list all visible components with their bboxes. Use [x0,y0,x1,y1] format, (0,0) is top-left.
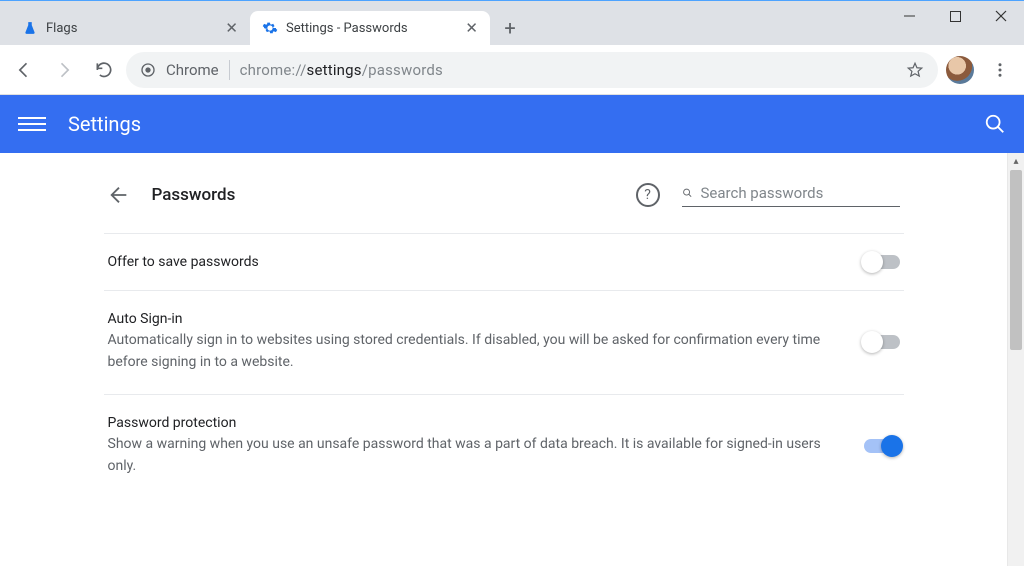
flask-icon [22,20,38,36]
password-search-input[interactable] [701,184,900,202]
back-arrow-icon[interactable] [108,184,130,206]
setting-title: Auto Sign-in [108,311,824,327]
setting-description: Show a warning when you use an unsafe pa… [108,433,824,478]
help-icon[interactable]: ? [636,183,660,207]
gear-icon [262,20,278,36]
toggle-password-protection[interactable] [864,439,900,453]
minimize-button[interactable] [886,1,932,31]
menu-icon[interactable] [18,117,46,131]
setting-title: Password protection [108,415,824,431]
setting-title: Offer to save passwords [108,254,824,270]
tab-strip: Flags ✕ Settings - Passwords ✕ + [0,1,886,45]
address-bar[interactable]: Chrome chrome://settings/passwords [126,52,938,88]
close-icon[interactable]: ✕ [225,19,238,37]
vertical-scrollbar[interactable]: ▴ [1007,153,1024,566]
scroll-thumb[interactable] [1010,170,1022,350]
page-header: Passwords ? [104,183,904,233]
tab-label: Settings - Passwords [286,21,408,36]
setting-text: Auto Sign-in Automatically sign in to we… [108,311,864,374]
profile-avatar[interactable] [946,56,974,84]
setting-auto-signin: Auto Sign-in Automatically sign in to we… [104,290,904,394]
setting-description: Automatically sign in to websites using … [108,329,824,374]
maximize-button[interactable] [932,1,978,31]
tab-settings-passwords[interactable]: Settings - Passwords ✕ [250,11,490,45]
divider [229,60,230,80]
password-search[interactable] [682,184,900,207]
settings-app-bar: Settings [0,95,1024,153]
toggle-offer-save[interactable] [864,255,900,269]
bookmark-star-icon[interactable] [906,61,924,79]
search-icon[interactable] [984,113,1006,135]
url-text: chrome://settings/passwords [240,61,443,79]
tab-label: Flags [46,21,77,36]
chrome-favicon-icon [140,62,156,78]
passwords-card: Passwords ? Offer to save passwords Auto… [104,183,904,566]
window-titlebar: Flags ✕ Settings - Passwords ✕ + [0,0,1024,45]
setting-text: Password protection Show a warning when … [108,415,864,478]
window-controls [886,1,1024,45]
page-title: Passwords [152,185,236,205]
app-bar-title: Settings [68,112,141,136]
content-area: Passwords ? Offer to save passwords Auto… [0,153,1024,566]
toggle-auto-signin[interactable] [864,335,900,349]
new-tab-button[interactable]: + [496,14,524,42]
reload-button[interactable] [86,52,122,88]
setting-offer-save: Offer to save passwords [104,233,904,290]
search-icon [682,184,693,202]
url-scheme-label: Chrome [166,61,219,79]
close-icon[interactable]: ✕ [465,19,478,37]
settings-scroll: Passwords ? Offer to save passwords Auto… [0,153,1007,566]
tab-flags[interactable]: Flags ✕ [10,11,250,45]
forward-button[interactable] [46,52,82,88]
setting-text: Offer to save passwords [108,254,864,270]
scroll-up-icon[interactable]: ▴ [1008,153,1024,170]
chrome-menu-button[interactable] [982,52,1018,88]
setting-password-protection: Password protection Show a warning when … [104,394,904,498]
browser-toolbar: Chrome chrome://settings/passwords [0,45,1024,95]
back-button[interactable] [6,52,42,88]
close-window-button[interactable] [978,1,1024,31]
